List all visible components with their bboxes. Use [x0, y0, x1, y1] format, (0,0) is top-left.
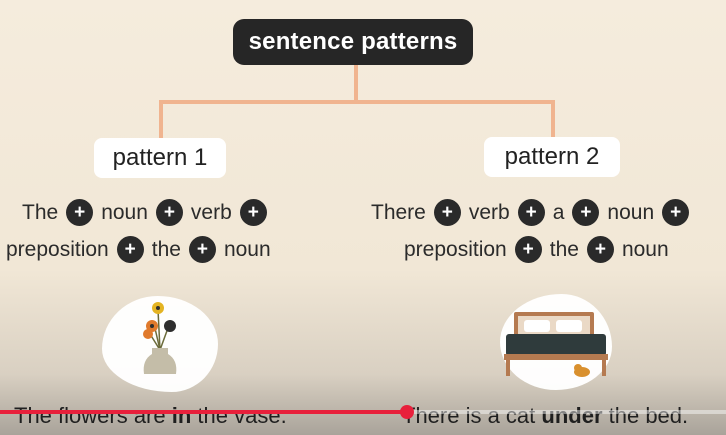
formula-word: preposition [6, 237, 109, 261]
plus-icon: + [66, 199, 94, 226]
formula-word: noun [607, 200, 655, 224]
formula-word: verb [190, 200, 232, 224]
bed-with-cat-illustration [504, 312, 608, 377]
pattern-1-formula-line-1: The + noun + verb + [22, 199, 275, 226]
pattern-1-label: pattern 1 [94, 138, 226, 178]
formula-word: verb [468, 200, 510, 224]
formula-word: the [151, 237, 181, 261]
plus-icon: + [514, 236, 542, 263]
plus-icon: + [433, 199, 461, 226]
diagram-title: sentence patterns [233, 19, 473, 65]
flower-vase-illustration [143, 302, 177, 374]
formula-word: noun [223, 237, 271, 261]
video-frame: sentence patterns pattern 1 pattern 2 Th… [0, 0, 726, 435]
pattern-1-formula-line-2: preposition + the + noun [6, 236, 271, 263]
formula-word: There [371, 200, 426, 224]
pattern-2-formula-line-2: preposition + the + noun [404, 236, 669, 263]
plus-icon: + [116, 236, 144, 263]
plus-icon: + [586, 236, 614, 263]
formula-word: a [552, 200, 565, 224]
formula-word: preposition [404, 237, 507, 261]
formula-word: noun [101, 200, 148, 224]
formula-word: the [549, 237, 579, 261]
video-progress-fill [0, 410, 407, 414]
formula-word: The [22, 200, 59, 224]
plus-icon: + [572, 199, 600, 226]
plus-icon: + [239, 199, 267, 226]
pattern-1-example-caption: The flowers are in the vase. [14, 403, 287, 428]
video-progress-bar[interactable] [0, 405, 726, 419]
plus-icon: + [517, 199, 545, 226]
formula-word: noun [621, 237, 669, 261]
pattern-2-label: pattern 2 [484, 137, 620, 177]
plus-icon: + [188, 236, 216, 263]
plus-icon: + [662, 199, 690, 226]
pattern-2-formula-line-1: There + verb + a + noun + [371, 199, 697, 226]
pattern-2-example-caption: There is a cat under the bed. [402, 403, 689, 428]
video-scrubber-handle[interactable] [399, 405, 414, 419]
plus-icon: + [155, 199, 183, 226]
